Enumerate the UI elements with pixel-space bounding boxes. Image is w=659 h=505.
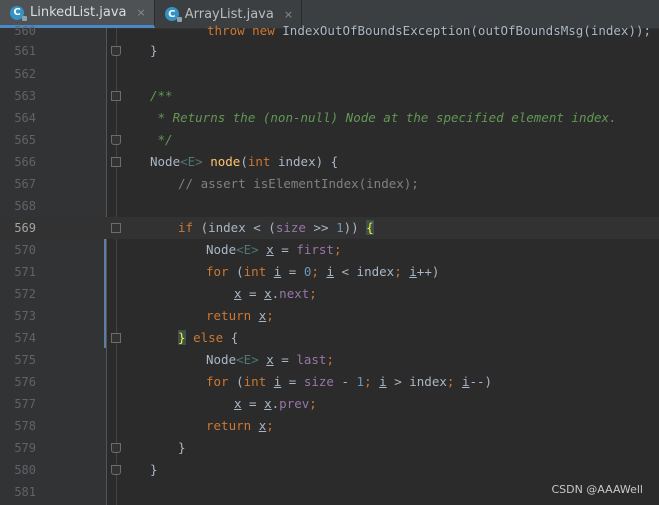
line-number: 565: [14, 133, 36, 147]
fold-marker[interactable]: [111, 465, 121, 475]
line-number: 563: [14, 89, 36, 103]
line-number: 566: [14, 155, 36, 169]
close-icon[interactable]: ×: [284, 8, 293, 21]
code-text: * Returns the (non-null) Node at the spe…: [150, 110, 617, 125]
code-line-current[interactable]: 569 if (index < (size >> 1)) {: [0, 217, 659, 239]
code-text: }: [178, 440, 186, 455]
code-line[interactable]: 578 return x;: [0, 415, 659, 437]
code-line[interactable]: 568: [0, 195, 659, 217]
fold-marker[interactable]: [111, 443, 121, 453]
code-text: return x;: [206, 308, 274, 323]
code-text: Node<E> node(int index) {: [150, 154, 339, 169]
code-line[interactable]: 579 }: [0, 437, 659, 459]
code-text: } else {: [178, 330, 239, 345]
code-text: Node<E> x = first;: [206, 242, 342, 257]
code-text: // assert isElementIndex(index);: [178, 176, 419, 191]
line-number: 561: [14, 44, 36, 58]
code-line[interactable]: 566 Node<E> node(int index) {: [0, 151, 659, 173]
code-text: x = x.next;: [234, 286, 317, 301]
fold-marker[interactable]: [111, 91, 121, 101]
tab-label: LinkedList.java: [30, 5, 127, 20]
code-line[interactable]: 572 x = x.next;: [0, 283, 659, 305]
line-number: 577: [14, 397, 36, 411]
line-number: 580: [14, 463, 36, 477]
code-text: for (int i = 0; i < index; i++): [206, 264, 440, 279]
line-number: 579: [14, 441, 36, 455]
line-number: 578: [14, 419, 36, 433]
code-text: throw new IndexOutOfBoundsException(outO…: [207, 23, 652, 38]
code-text: for (int i = size - 1; i > index; i--): [206, 374, 493, 389]
close-icon[interactable]: ×: [137, 6, 146, 19]
line-number: 562: [14, 67, 36, 81]
code-line[interactable]: 571 for (int i = 0; i < index; i++): [0, 261, 659, 283]
code-text: }: [150, 462, 158, 477]
code-line[interactable]: 574 } else {: [0, 327, 659, 349]
code-line[interactable]: 565 */: [0, 129, 659, 151]
code-line[interactable]: 570 Node<E> x = first;: [0, 239, 659, 261]
code-line[interactable]: 561 }: [0, 40, 659, 62]
code-line[interactable]: 576 for (int i = size - 1; i > index; i-…: [0, 371, 659, 393]
code-text: /**: [150, 88, 173, 103]
line-number: 573: [14, 309, 36, 323]
line-number: 570: [14, 243, 36, 257]
fold-marker[interactable]: [111, 46, 121, 56]
code-line[interactable]: 560 throw new IndexOutOfBoundsException(…: [0, 20, 659, 42]
line-number: 568: [14, 199, 36, 213]
code-text: */: [150, 132, 173, 147]
code-line[interactable]: 567 // assert isElementIndex(index);: [0, 173, 659, 195]
code-text: return x;: [206, 418, 274, 433]
code-line[interactable]: 580 }: [0, 459, 659, 481]
line-number: 567: [14, 177, 36, 191]
code-text: Node<E> x = last;: [206, 352, 334, 367]
line-number: 572: [14, 287, 36, 301]
code-line[interactable]: 577 x = x.prev;: [0, 393, 659, 415]
code-text: }: [150, 43, 158, 58]
java-class-icon: C: [164, 7, 182, 22]
fold-marker[interactable]: [111, 223, 121, 233]
line-number: 581: [14, 485, 36, 499]
line-number: 576: [14, 375, 36, 389]
watermark: CSDN @AAAWell: [551, 483, 643, 496]
line-number: 564: [14, 111, 36, 125]
java-class-icon: C: [10, 5, 27, 21]
code-line[interactable]: 573 return x;: [0, 305, 659, 327]
fold-marker[interactable]: [111, 333, 121, 343]
line-number: 560: [14, 24, 36, 38]
code-line[interactable]: 575 Node<E> x = last;: [0, 349, 659, 371]
code-text: if (index < (size >> 1)) {: [178, 220, 374, 235]
line-number: 569: [14, 221, 36, 235]
code-text: x = x.prev;: [234, 396, 317, 411]
line-number: 571: [14, 265, 36, 279]
fold-marker[interactable]: [111, 157, 121, 167]
code-line[interactable]: 562: [0, 63, 659, 85]
line-number: 575: [14, 353, 36, 367]
code-line[interactable]: 563 /**: [0, 85, 659, 107]
fold-marker[interactable]: [111, 135, 121, 145]
code-line[interactable]: 564 * Returns the (non-null) Node at the…: [0, 107, 659, 129]
line-number: 574: [14, 331, 36, 345]
